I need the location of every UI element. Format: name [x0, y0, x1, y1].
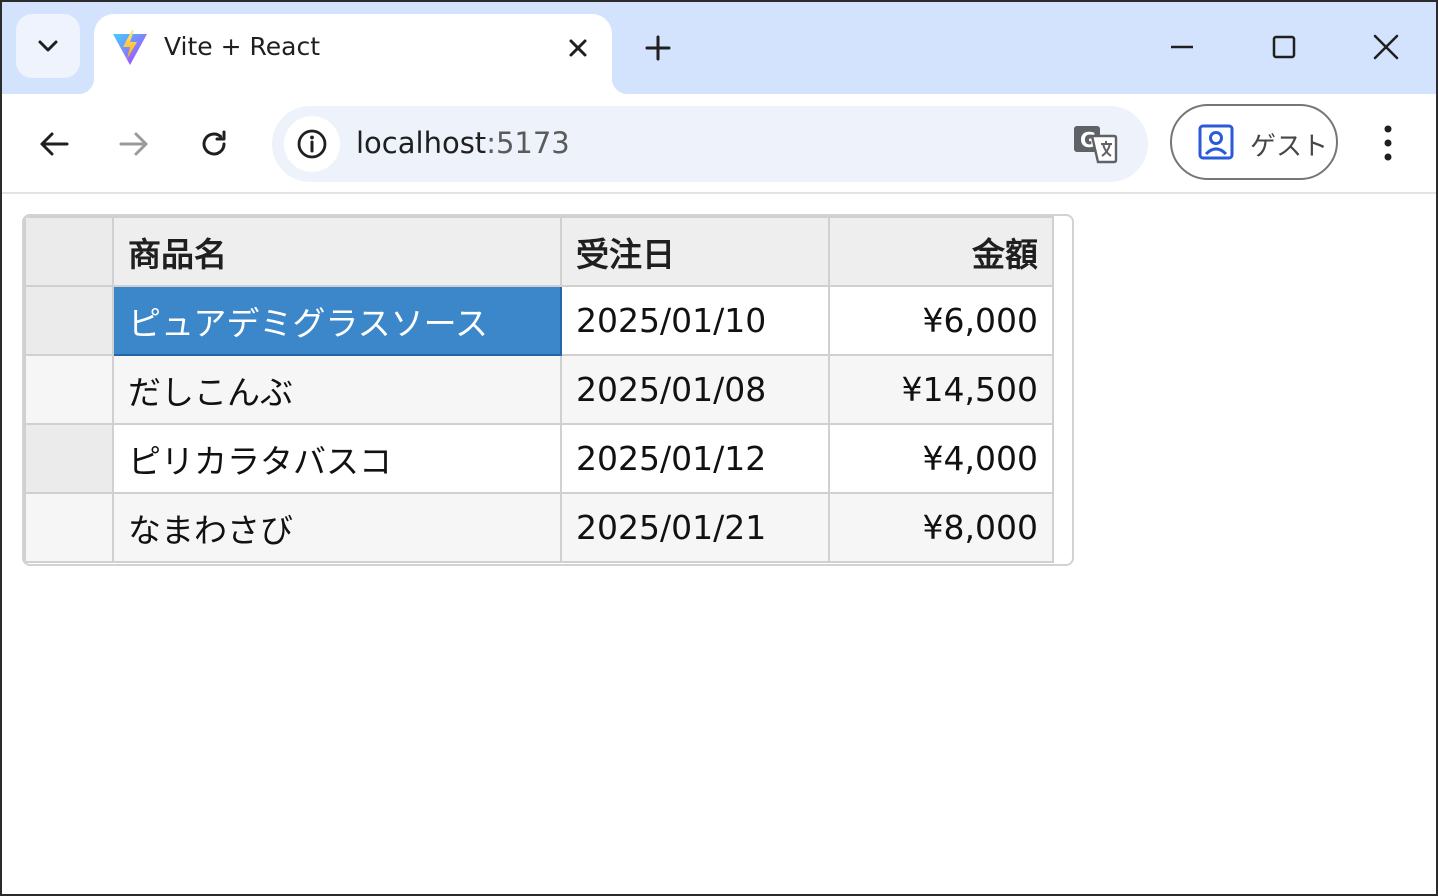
maximize-icon [1272, 35, 1296, 59]
minimize-button[interactable] [1154, 22, 1210, 72]
address-bar[interactable]: localhost:5173 G [272, 106, 1148, 182]
info-icon [297, 129, 327, 159]
browser-toolbar: localhost:5173 G ゲスト [2, 94, 1436, 194]
order-grid: 商品名 受注日 金額 ピュアデミグラスソース 2025/01/10 ¥6,000… [22, 214, 1074, 566]
table-row: だしこんぶ 2025/01/08 ¥14,500 [24, 354, 1054, 425]
product-cell[interactable]: ピリカラタバスコ [112, 423, 562, 494]
close-icon [1373, 34, 1399, 60]
minimize-icon [1171, 45, 1193, 49]
url-host: localhost [356, 126, 487, 160]
tab-title: Vite + React [164, 32, 321, 61]
order-date-cell[interactable]: 2025/01/08 [560, 354, 830, 425]
amount-cell[interactable]: ¥8,000 [828, 492, 1054, 563]
row-header-cell[interactable] [24, 354, 114, 425]
order-date-cell[interactable]: 2025/01/21 [560, 492, 830, 563]
row-header-cell[interactable] [24, 492, 114, 563]
new-tab-button[interactable] [636, 26, 680, 70]
reload-icon [202, 130, 226, 156]
maximize-button[interactable] [1256, 22, 1312, 72]
translate-icon[interactable]: G [1072, 122, 1120, 166]
url-text[interactable]: localhost:5173 [356, 126, 570, 160]
site-info-button[interactable] [284, 116, 340, 172]
product-cell-selected[interactable]: ピュアデミグラスソース [112, 285, 562, 356]
active-tab[interactable]: Vite + React [78, 14, 628, 94]
profile-label: ゲスト [1250, 132, 1329, 162]
reload-button[interactable] [190, 120, 238, 168]
plus-icon [645, 35, 671, 61]
window-close-button[interactable] [1358, 22, 1414, 72]
forward-button[interactable] [110, 120, 158, 168]
product-cell[interactable]: なまわさび [112, 492, 562, 563]
table-row: ピリカラタバスコ 2025/01/12 ¥4,000 [24, 423, 1054, 494]
url-port: :5173 [486, 126, 570, 160]
product-cell[interactable]: だしこんぶ [112, 354, 562, 425]
order-date-cell[interactable]: 2025/01/12 [560, 423, 830, 494]
corner-header-cell[interactable] [24, 216, 114, 287]
amount-cell[interactable]: ¥6,000 [828, 285, 1054, 356]
arrow-right-icon [119, 132, 148, 156]
arrow-left-icon [40, 132, 69, 156]
row-header-cell[interactable] [24, 423, 114, 494]
order-date-cell[interactable]: 2025/01/10 [560, 285, 830, 356]
tab-close-button[interactable] [560, 30, 596, 66]
column-header-amount[interactable]: 金額 [828, 216, 1054, 287]
browser-menu-button[interactable] [1368, 118, 1408, 168]
table-row: なまわさび 2025/01/21 ¥8,000 [24, 492, 1054, 563]
chevron-down-icon [38, 40, 58, 52]
header-row: 商品名 受注日 金額 [24, 216, 1054, 287]
more-vertical-icon [1384, 125, 1392, 161]
row-header-cell[interactable] [24, 285, 114, 356]
vite-logo-icon [113, 30, 147, 65]
order-table: 商品名 受注日 金額 ピュアデミグラスソース 2025/01/10 ¥6,000… [24, 216, 1054, 563]
table-row: ピュアデミグラスソース 2025/01/10 ¥6,000 [24, 285, 1054, 356]
column-header-order-date[interactable]: 受注日 [560, 216, 830, 287]
amount-cell[interactable]: ¥4,000 [828, 423, 1054, 494]
column-header-product[interactable]: 商品名 [112, 216, 562, 287]
back-button[interactable] [30, 120, 78, 168]
amount-cell[interactable]: ¥14,500 [828, 354, 1054, 425]
browser-window: Vite + React localhost:5173 G ゲスト 商品名 受注… [0, 0, 1438, 896]
tab-strip: Vite + React [2, 2, 1436, 94]
profile-button[interactable]: ゲスト [1170, 104, 1338, 180]
tab-search-button[interactable] [16, 14, 80, 78]
person-badge-icon [1198, 124, 1234, 160]
close-icon [569, 39, 587, 57]
